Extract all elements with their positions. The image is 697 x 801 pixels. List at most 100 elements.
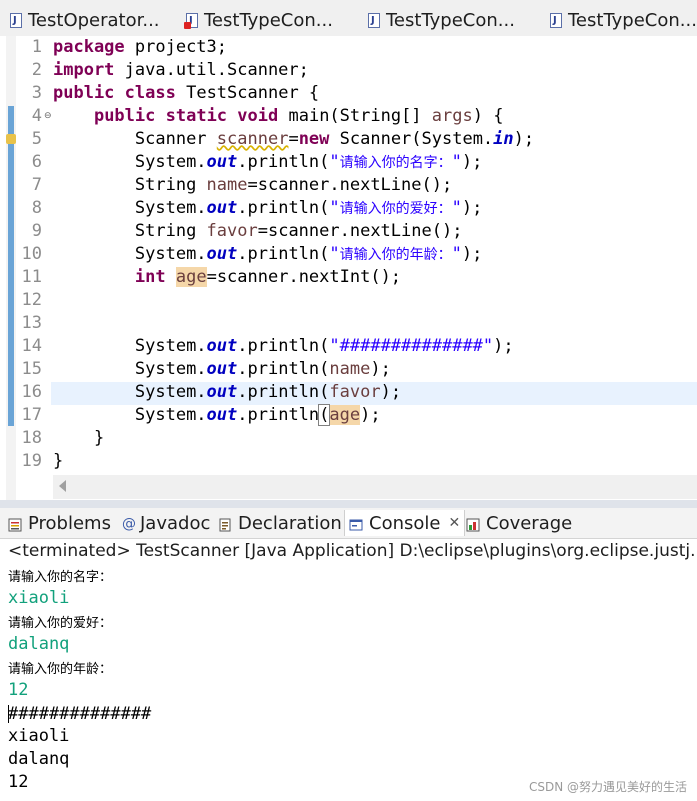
editor-tab-label: TestTypeCon... <box>204 9 333 31</box>
string-quote: " <box>329 152 340 172</box>
code-text-span: ); <box>461 198 483 218</box>
variable-scanner: scanner <box>216 129 289 149</box>
code-text-span: .println( <box>237 382 330 402</box>
editor-tab-testtypecon-2[interactable]: J TestTypeCon... <box>368 8 515 32</box>
code-text-span: System. <box>134 336 207 356</box>
variable-name: name <box>206 175 248 195</box>
coverage-icon <box>466 516 480 532</box>
console-line: 请输入你的年龄： <box>8 662 113 677</box>
line-number: 18 <box>21 428 42 448</box>
line-number: 7 <box>31 175 42 195</box>
horizontal-scrollbar[interactable] <box>53 475 697 499</box>
line-number: 8 <box>31 198 42 218</box>
static-field: out <box>206 405 238 425</box>
code-line-4: public static void main(String[] args) { <box>53 105 504 128</box>
line-number: 4 <box>31 106 42 126</box>
string-quote: " <box>451 244 462 264</box>
tab-declaration[interactable]: Declaration <box>218 510 342 536</box>
tab-coverage[interactable]: Coverage <box>466 510 572 536</box>
variable-favor: favor <box>329 382 381 402</box>
code-line-2: import java.util.Scanner; <box>53 59 309 82</box>
static-field: out <box>206 198 238 218</box>
code-text-span: ); <box>380 382 402 402</box>
tab-javadoc[interactable]: @ Javadoc <box>122 510 210 536</box>
console-line: 12 <box>8 772 29 792</box>
editor-tab-label: TestOperator... <box>28 9 160 31</box>
keyword: void <box>237 106 279 126</box>
code-text-span <box>166 267 176 287</box>
views-tab-bar: Problems @ Javadoc Declaration Console ✕… <box>0 508 697 539</box>
code-text-span: ); <box>461 244 483 264</box>
tab-console[interactable]: Console ✕ <box>344 510 466 536</box>
fold-collapse-icon[interactable]: ⊖ <box>44 105 52 128</box>
code-text-span: String <box>134 221 207 241</box>
scroll-left-arrow-icon[interactable] <box>59 480 66 492</box>
java-file-icon: J <box>10 12 22 28</box>
line-number: 15 <box>21 359 42 379</box>
editor-tab-bar: J TestOperator... J TestTypeCon... J Tes… <box>0 0 697 37</box>
java-file-error-icon: J <box>184 12 198 29</box>
code-line-17: } <box>53 428 105 448</box>
code-text-span: System. <box>134 244 207 264</box>
static-field: out <box>206 336 238 356</box>
code-text-span: ); <box>370 359 391 379</box>
code-text-span: ); <box>461 152 483 172</box>
code-line-9: String favor=scanner.nextLine(); <box>53 220 463 243</box>
line-number: 6 <box>31 152 42 172</box>
keyword: class <box>124 83 176 103</box>
static-field: out <box>206 359 238 379</box>
code-line-7: String name=scanner.nextLine(); <box>53 174 452 197</box>
line-number: 2 <box>31 60 42 80</box>
java-file-icon: J <box>550 12 562 28</box>
code-text-span: = <box>288 129 299 149</box>
code-text-span: =scanner.nextLine(); <box>257 221 463 241</box>
line-number: 19 <box>21 451 42 471</box>
panel-divider[interactable] <box>0 500 697 508</box>
console-icon <box>349 516 363 531</box>
static-field: in <box>493 129 514 149</box>
code-line-3: public class TestScanner { <box>53 82 319 105</box>
static-field: out <box>206 382 238 402</box>
line-number: 10 <box>21 244 42 264</box>
variable-name: name <box>329 359 371 379</box>
line-number: 5 <box>31 129 42 149</box>
code-text-span: .println( <box>237 336 330 356</box>
editor-tab-testoperator[interactable]: J TestOperator... <box>10 8 160 32</box>
editor-tab-testtypecon-1[interactable]: J TestTypeCon... <box>184 8 333 32</box>
string-quote: " <box>329 198 340 218</box>
code-text-span: .println <box>237 405 320 425</box>
string-literal: "##############" <box>329 336 494 356</box>
code-text-span: .println( <box>237 152 330 172</box>
code-text-span: System. <box>134 359 207 379</box>
code-line-5: Scanner scanner=new Scanner(System.in); <box>53 128 534 151</box>
line-number: 11 <box>21 267 42 287</box>
console-line: 请输入你的名字： <box>8 570 113 585</box>
code-editor[interactable]: 1 2 3 4 ⊖ 5 6 7 8 9 10 11 12 13 14 15 16… <box>0 36 697 500</box>
editor-tab-testtypecon-3[interactable]: J TestTypeCon... <box>550 8 697 32</box>
code-text-span: System. <box>134 382 207 402</box>
line-number: 13 <box>21 313 42 333</box>
line-number: 1 <box>31 37 42 57</box>
code-text-span: ); <box>360 405 381 425</box>
code-line-6: System.out.println("请输入你的名字："); <box>53 151 482 174</box>
code-text-span: System. <box>134 405 207 425</box>
console-line: ############## <box>8 704 152 724</box>
warning-icon[interactable] <box>6 134 16 144</box>
string-literal: 请输入你的爱好： <box>339 201 452 217</box>
code-text-span: main(String[] <box>278 106 432 126</box>
variable-age-occurrence: age <box>329 405 361 425</box>
tab-problems[interactable]: Problems <box>8 510 111 536</box>
console-line: 请输入你的爱好： <box>8 616 113 631</box>
java-file-icon: J <box>368 12 380 28</box>
matching-bracket: ( <box>318 404 331 426</box>
close-icon[interactable]: ✕ <box>448 515 460 531</box>
console-input-line: xiaoli <box>8 588 70 608</box>
code-line-1: package project3; <box>53 36 227 59</box>
declaration-icon <box>218 516 232 532</box>
change-ruler <box>6 36 16 500</box>
